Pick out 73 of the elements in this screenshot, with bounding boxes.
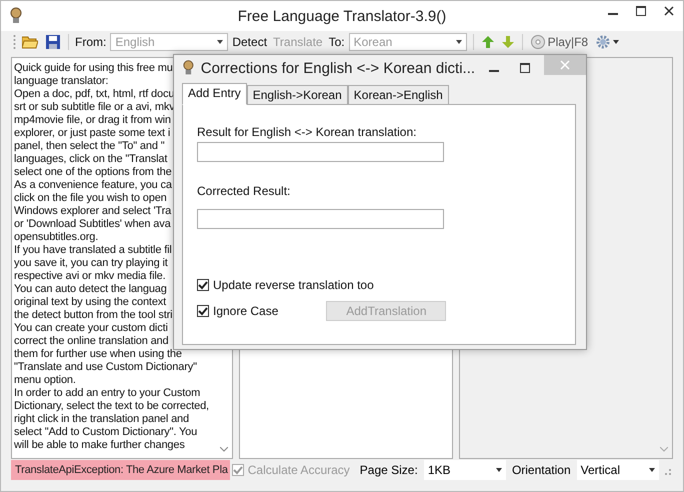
up-arrow-icon: [482, 36, 494, 48]
error-message: TranslateApiException: The Azure Market Pla: [11, 460, 230, 480]
guide-text-line: select one of the options from the: [14, 166, 172, 179]
scroll-down-icon[interactable]: [660, 447, 668, 452]
guide-text-line: menu option.: [14, 374, 76, 387]
checkmark-icon: [198, 280, 208, 290]
guide-text-line: them for further use when using the: [14, 348, 182, 361]
caret-icon: [496, 468, 502, 472]
orientation-label: Orientation: [512, 463, 571, 477]
disc-icon: [530, 35, 545, 49]
guide-text-line: mp4movie file, or drag it from win: [14, 114, 171, 127]
guide-text-line: or 'Download Subtitles' when ava: [14, 218, 171, 231]
detect-button[interactable]: Detect: [232, 35, 268, 49]
option-checkbox[interactable]: Update reverse translation too: [197, 278, 374, 292]
corrected-result-input-field[interactable]: [197, 209, 444, 229]
guide-text-line: panel, then select the "To" and ": [14, 140, 164, 153]
guide-text-line: explorer, or just paste some text i: [14, 127, 170, 140]
option-checkbox[interactable]: Ignore Case: [197, 304, 278, 318]
minimize-icon: [488, 70, 499, 72]
caret-icon: [456, 40, 462, 44]
page-size-dropdown[interactable]: 1KB: [424, 460, 506, 480]
play-button[interactable]: Play|F8: [528, 32, 590, 52]
guide-text-line: click on the file you wish to open: [14, 192, 167, 205]
grip-icon: [13, 34, 16, 50]
maximize-icon: [636, 6, 646, 16]
caret-icon: [648, 468, 655, 472]
guide-text-line: language translator:: [14, 75, 108, 88]
window-title: Free Language Translator-3.9(): [238, 8, 446, 24]
bulb-icon: [182, 59, 195, 77]
from-label: From:: [75, 35, 106, 49]
scroll-down-icon[interactable]: [220, 447, 228, 452]
caret-icon: [217, 40, 224, 44]
tab[interactable]: English->Korean: [246, 85, 348, 105]
guide-text-line: Dictionary, select the text to be corrected,: [14, 400, 209, 413]
settings-icon: [596, 35, 610, 49]
to-label: To:: [328, 35, 345, 49]
caret-icon: [613, 40, 620, 44]
result-input-field[interactable]: [197, 142, 444, 162]
guide-text-line: will be able to make further changes: [14, 439, 185, 452]
checkmark-icon: [198, 306, 208, 316]
guide-text-line: You can auto detect the languag: [14, 283, 167, 296]
bulb-icon: [9, 7, 23, 25]
tab[interactable]: Add Entry: [182, 83, 247, 105]
guide-text-line: respective avi or mkv media file.: [14, 270, 166, 283]
guide-text-line: "Translate and use Custom Dictionary": [14, 361, 197, 374]
page-size-label: Page Size:: [360, 463, 418, 477]
down-arrow-icon: [502, 36, 514, 48]
guide-text-line: In order to add an entry to your Custom: [14, 387, 200, 400]
corrected-result-label: Corrected Result:: [197, 184, 290, 198]
guide-text-line: you save it, you can try playing it: [14, 257, 168, 270]
guide-text-line: Windows explorer and select 'Tra: [14, 205, 172, 218]
guide-text-line: right click in the translation panel and: [14, 413, 189, 426]
guide-text-line: opensubtitles.org.: [14, 231, 98, 244]
minimize-icon: [608, 13, 618, 15]
guide-text-line: Quick guide for using this free mu: [14, 62, 173, 75]
result-label: Result for English <-> Korean translation:: [197, 125, 416, 139]
folder-icon: [22, 35, 38, 49]
dialog-title: Corrections for English <-> Korean dicti...: [200, 60, 476, 76]
tab[interactable]: Korean->English: [348, 85, 449, 105]
orientation-dropdown[interactable]: Vertical: [576, 460, 659, 480]
guide-text-line: original text by using the context: [14, 296, 166, 309]
checkmark-icon: [232, 466, 243, 474]
save-button[interactable]: [44, 32, 62, 52]
close-icon: [664, 6, 674, 16]
maximize-icon: [520, 63, 530, 73]
guide-text-line: As a convenience feature, you ca: [14, 179, 172, 192]
guide-text-line: languages, click on the "Translat: [14, 153, 168, 166]
close-icon: [560, 60, 570, 70]
guide-text-line: You can create your custom dicti: [14, 322, 168, 335]
guide-text-line: correct the online translation and: [14, 335, 168, 348]
guide-text-line: If you have translated a subtitle fil: [14, 244, 172, 257]
guide-text-line: the detect button from the tool stri: [14, 309, 172, 322]
guide-text-line: select "Add to Custom Dictionary". You: [14, 426, 198, 439]
